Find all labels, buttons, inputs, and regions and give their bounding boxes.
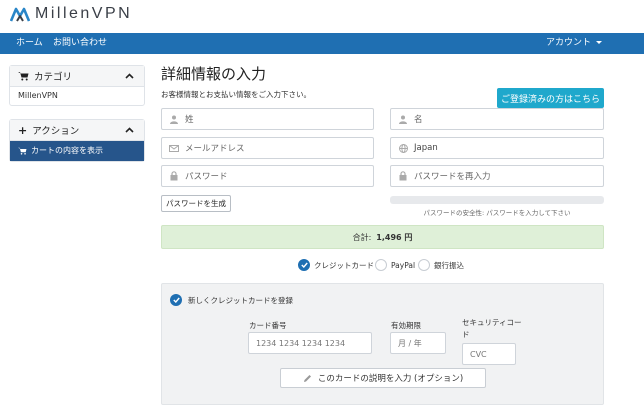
total-label: 合計: xyxy=(352,232,372,242)
sidebar-item-label: カートの内容を表示 xyxy=(31,146,103,155)
card-number-input[interactable]: 1234 1234 1234 1234 xyxy=(248,332,372,354)
password-placeholder: パスワード xyxy=(185,172,228,182)
nav-account-menu[interactable]: アカウント xyxy=(546,33,603,54)
password-field[interactable]: パスワード xyxy=(161,165,374,187)
payment-option-credit-card[interactable]: クレジットカード xyxy=(298,258,374,272)
envelope-icon xyxy=(169,144,179,152)
cart-icon xyxy=(18,147,27,155)
brand-name: MillenVPN xyxy=(35,5,133,22)
password-confirm-field[interactable]: パスワードを再入力 xyxy=(390,165,604,187)
sidebar-item-millenvpn[interactable]: MillenVPN xyxy=(10,87,144,105)
brand-logo[interactable]: MillenVPN xyxy=(10,3,132,25)
millenvpn-logo-icon xyxy=(10,7,30,22)
user-icon xyxy=(398,115,408,124)
expiry-input[interactable]: 月 / 年 xyxy=(390,332,446,354)
country-value: Japan xyxy=(414,143,438,153)
radio-unchecked-icon[interactable] xyxy=(375,259,387,271)
sidebar-actions-title: アクション xyxy=(32,126,80,137)
chevron-down-icon xyxy=(596,41,603,44)
card-number-label: カード番号 xyxy=(249,321,287,330)
nav-home-link[interactable]: ホーム xyxy=(16,33,43,54)
payment-option-bank-transfer[interactable]: 銀行振込 xyxy=(418,258,464,272)
card-description-label: このカードの説明を入力 (オプション) xyxy=(317,374,464,384)
lock-icon xyxy=(398,171,408,181)
page-subtitle: お客様情報とお支払い情報をご入力下さい。 xyxy=(161,90,311,99)
globe-icon xyxy=(398,143,408,153)
credit-card-form: 新しくクレジットカードを登録 カード番号 1234 1234 1234 1234… xyxy=(161,283,604,405)
nav-account-label: アカウント xyxy=(546,38,592,48)
password-strength-bar xyxy=(390,196,604,204)
plus-icon: + xyxy=(18,123,28,137)
chevron-up-icon[interactable] xyxy=(125,73,134,79)
radio-unchecked-icon[interactable] xyxy=(418,259,430,271)
last-name-placeholder: 姓 xyxy=(185,115,194,125)
last-name-field[interactable]: 姓 xyxy=(161,108,374,130)
payment-option-label: クレジットカード xyxy=(314,260,374,270)
country-select[interactable]: Japan xyxy=(390,137,604,159)
cvc-label: セキュリティコード xyxy=(462,318,522,339)
expiry-label: 有効期限 xyxy=(391,321,421,330)
total-value: 1,496 円 xyxy=(376,232,413,242)
existing-customer-login-button[interactable]: ご登録済みの方はこちら xyxy=(497,88,604,108)
sidebar-categories-panel: カテゴリ MillenVPN xyxy=(9,65,145,106)
cart-icon xyxy=(18,72,29,81)
payment-option-paypal[interactable]: PayPal xyxy=(375,258,415,272)
order-total-banner: 合計: 1,496 円 xyxy=(161,225,604,249)
chevron-up-icon[interactable] xyxy=(125,127,134,133)
sidebar-actions-panel: + アクション カートの内容を表示 xyxy=(9,119,145,162)
nav-contact-link[interactable]: お問い合わせ xyxy=(53,33,107,54)
sidebar-item-view-cart[interactable]: カートの内容を表示 xyxy=(10,141,144,161)
sidebar-categories-title: カテゴリ xyxy=(34,72,73,83)
lock-icon xyxy=(169,171,179,181)
password-confirm-placeholder: パスワードを再入力 xyxy=(414,172,491,182)
sidebar-actions-header[interactable]: + アクション xyxy=(10,120,144,141)
radio-checked-icon[interactable] xyxy=(298,259,310,271)
payment-option-label: PayPal xyxy=(391,260,416,270)
generate-password-button[interactable]: パスワードを生成 xyxy=(161,195,231,212)
email-placeholder: メールアドレス xyxy=(185,144,245,154)
user-icon xyxy=(169,115,179,124)
sidebar-categories-header[interactable]: カテゴリ xyxy=(10,66,144,87)
first-name-placeholder: 名 xyxy=(414,115,423,125)
new-card-label: 新しくクレジットカードを登録 xyxy=(188,296,293,305)
top-navbar: ホーム お問い合わせ アカウント xyxy=(0,33,644,54)
cvc-input[interactable]: CVC xyxy=(462,343,516,365)
first-name-field[interactable]: 名 xyxy=(390,108,604,130)
pencil-icon xyxy=(303,374,311,382)
card-description-button[interactable]: このカードの説明を入力 (オプション) xyxy=(280,368,486,388)
new-card-check-icon[interactable] xyxy=(170,294,182,306)
email-field[interactable]: メールアドレス xyxy=(161,137,374,159)
payment-option-label: 銀行振込 xyxy=(434,260,464,270)
password-strength-text: パスワードの安全性: パスワードを入力して下さい xyxy=(423,209,571,217)
page-title: 詳細情報の入力 xyxy=(161,65,267,83)
